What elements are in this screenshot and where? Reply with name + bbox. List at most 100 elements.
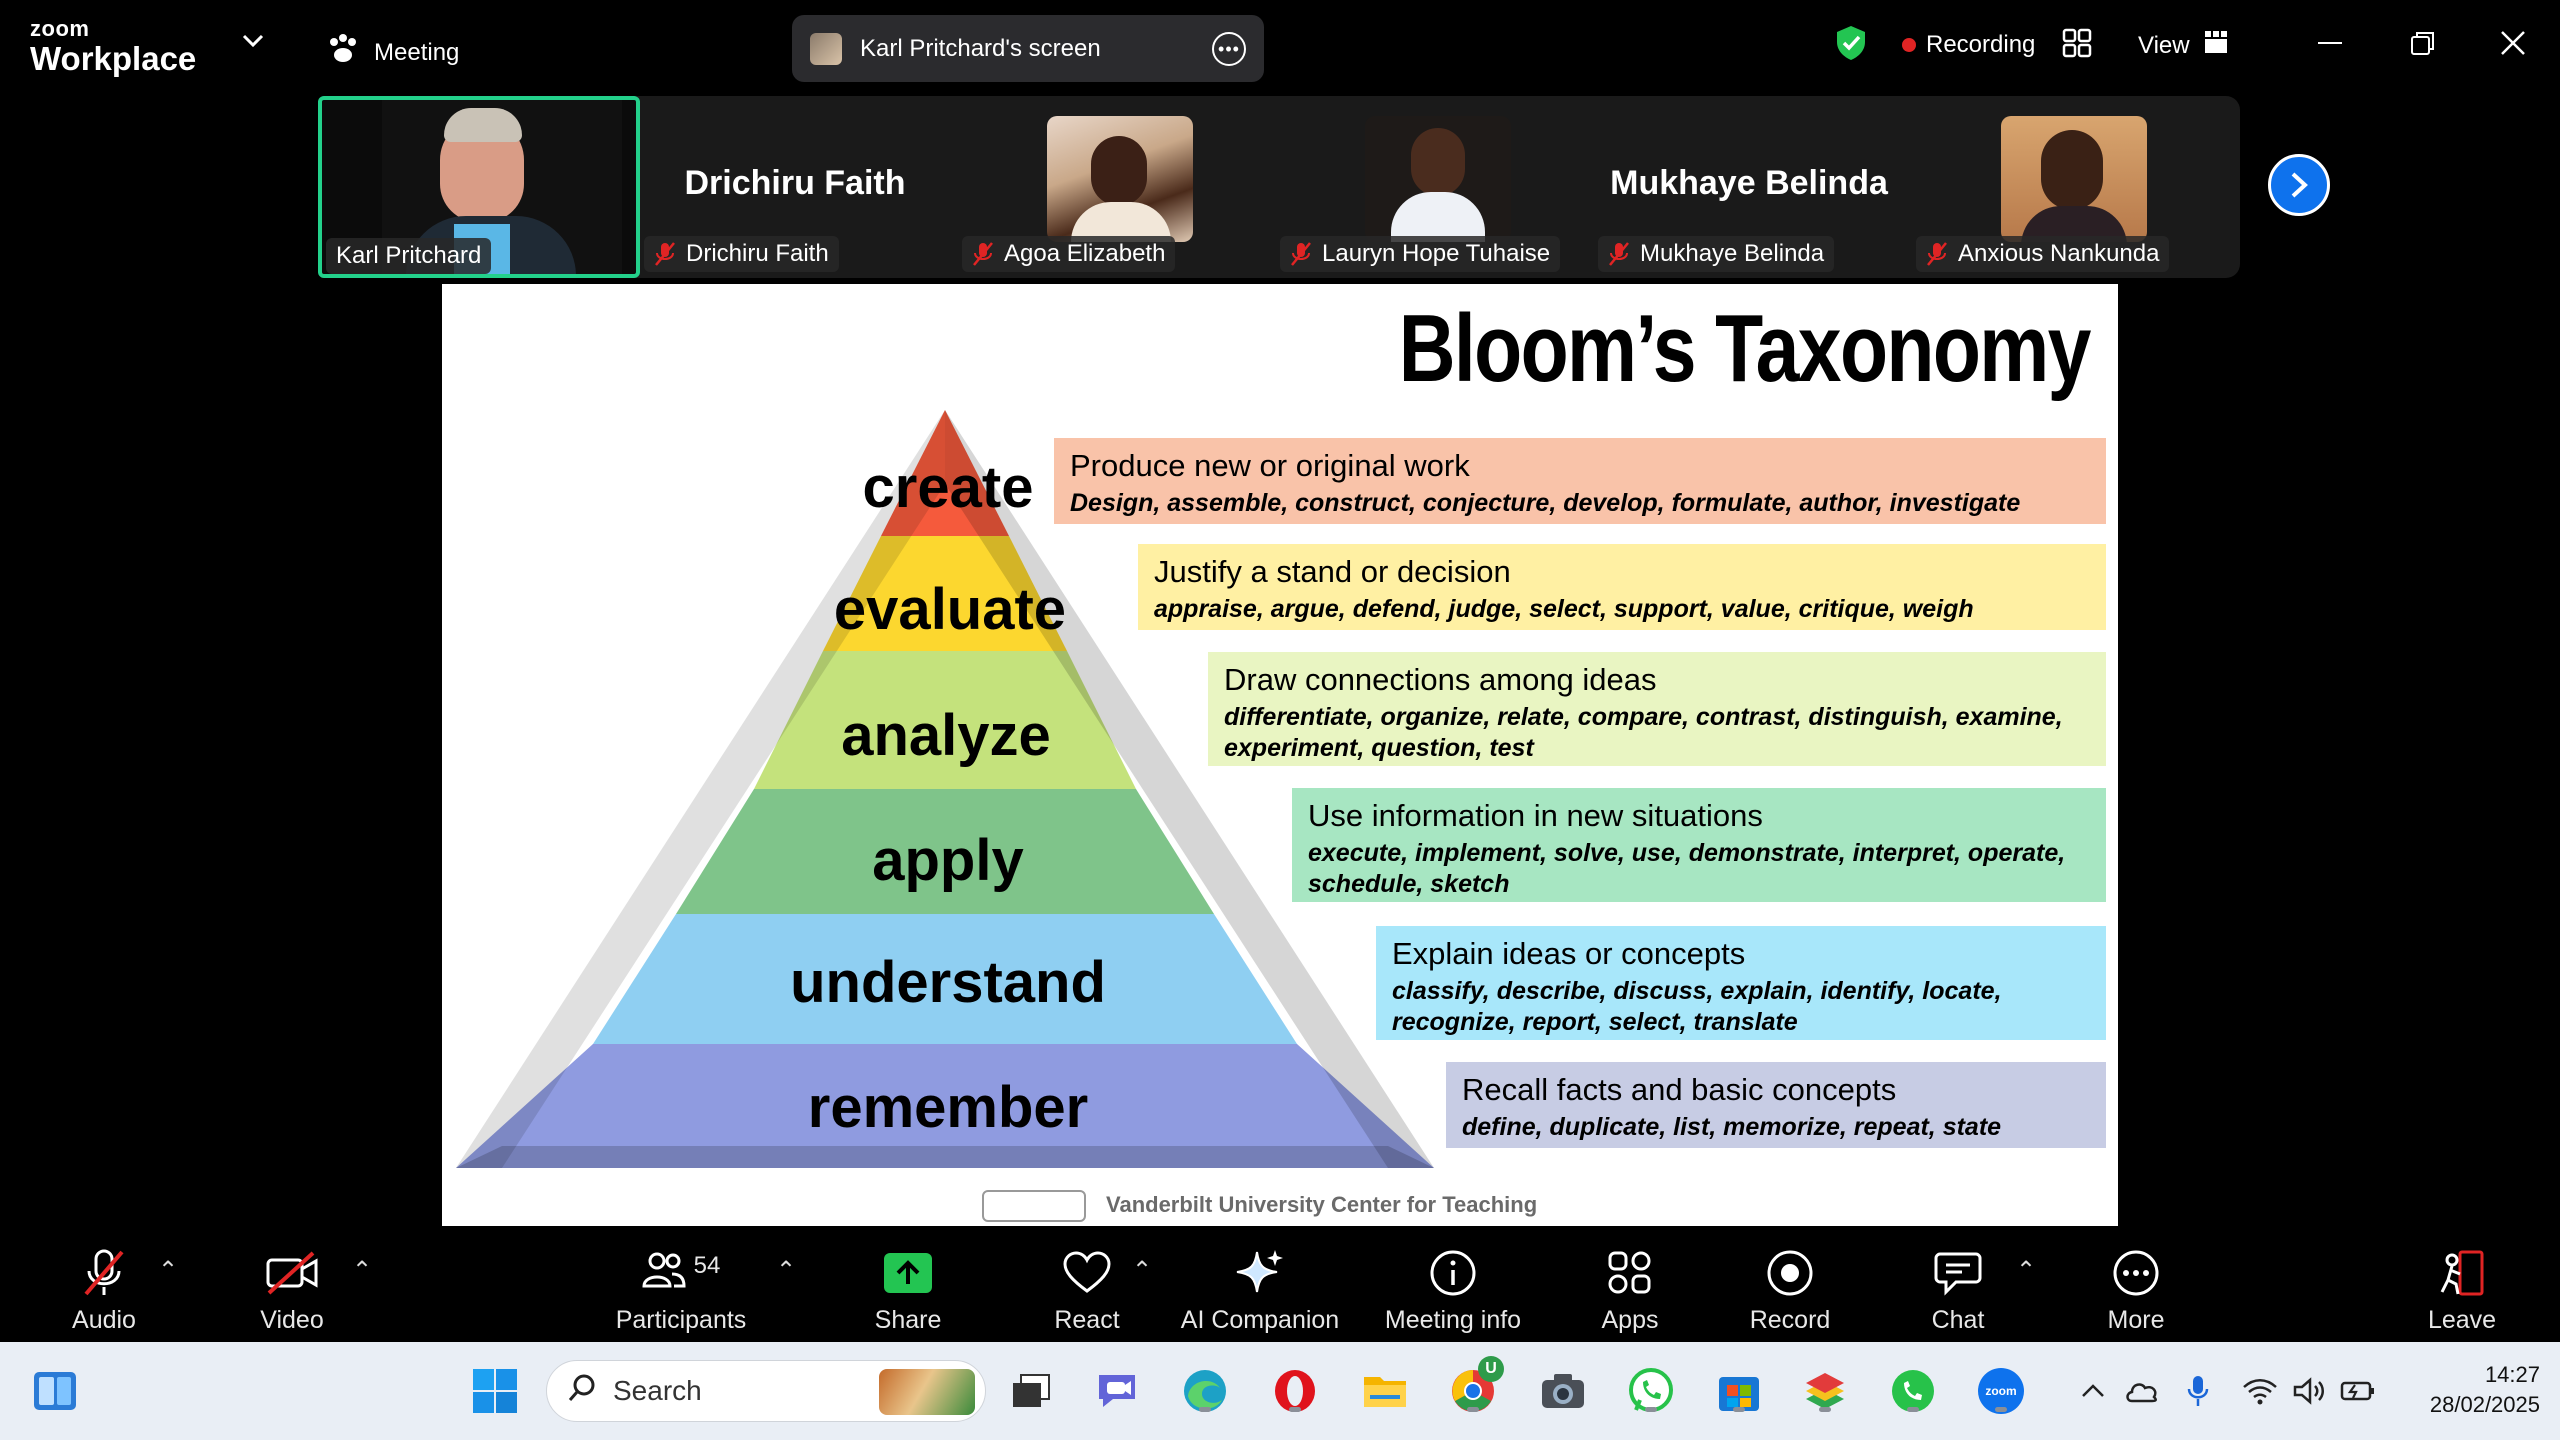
participant-name-tag: Drichiru Faith [644, 236, 839, 272]
search-highlight-image [879, 1369, 975, 1415]
description-box-analyze: Draw connections among ideas differentia… [1208, 652, 2106, 766]
ai-companion-button[interactable]: AI Companion [1180, 1226, 1340, 1342]
edge-browser-icon[interactable] [1180, 1366, 1230, 1416]
minimize-icon[interactable] [2318, 42, 2342, 44]
react-options-caret-icon[interactable]: ⌃ [1132, 1256, 1152, 1285]
meeting-info-button[interactable]: Meeting info [1380, 1226, 1526, 1342]
teams-chat-icon[interactable] [1092, 1366, 1142, 1416]
react-button[interactable]: React [1040, 1226, 1134, 1342]
recording-indicator[interactable]: Recording [1902, 31, 2035, 59]
video-button[interactable]: Video [250, 1226, 334, 1342]
more-options-icon[interactable]: ••• [1212, 31, 1246, 66]
file-explorer-icon[interactable] [1360, 1366, 1410, 1416]
level-word-analyze: analyze [841, 703, 1051, 768]
windows-taskbar: Search U zoom 14:27 28/02/2025 [0, 1342, 2560, 1440]
participant-tile[interactable]: Agoa Elizabeth [954, 96, 1272, 278]
record-icon [1766, 1248, 1814, 1298]
close-icon[interactable] [2500, 30, 2526, 61]
meeting-controls-toolbar: Audio ⌃ Video ⌃ 54 Participants ⌃ Share … [0, 1226, 2560, 1342]
info-icon [1429, 1248, 1477, 1298]
system-clock[interactable]: 14:27 28/02/2025 [2400, 1360, 2540, 1420]
video-options-caret-icon[interactable]: ⌃ [352, 1256, 372, 1285]
more-dots-icon [2112, 1248, 2160, 1298]
participants-button[interactable]: 54 Participants [610, 1226, 752, 1342]
more-button[interactable]: More [2094, 1226, 2178, 1342]
participant-tile[interactable]: Lauryn Hope Tuhaise [1272, 96, 1590, 278]
restore-icon[interactable] [2410, 30, 2436, 61]
volume-icon[interactable] [2290, 1366, 2330, 1416]
battery-charging-icon[interactable] [2338, 1366, 2378, 1416]
camera-app-icon[interactable] [1538, 1366, 1588, 1416]
chrome-browser-icon[interactable]: U [1448, 1356, 1504, 1416]
description-box-apply: Use information in new situations execut… [1292, 788, 2106, 902]
mic-muted-icon [972, 241, 994, 267]
audio-button[interactable]: Audio [62, 1226, 146, 1342]
level-word-evaluate: evaluate [833, 577, 1067, 642]
microsoft-store-icon[interactable] [1714, 1366, 1764, 1416]
share-button[interactable]: Share [860, 1226, 956, 1342]
level-word-understand: understand [790, 950, 1106, 1015]
zoom-workplace-logo: zoom Workplace [30, 16, 197, 77]
apps-button[interactable]: Apps [1588, 1226, 1672, 1342]
gallery-grid-icon[interactable] [2062, 28, 2092, 63]
next-page-button[interactable] [2268, 154, 2330, 216]
wifi-icon[interactable] [2240, 1366, 2280, 1416]
show-hidden-icons-chevron-icon[interactable] [2074, 1366, 2112, 1416]
mic-muted-icon [654, 241, 676, 267]
participant-name-tag: Mukhaye Belinda [1598, 236, 1835, 272]
taskbar-search-box[interactable]: Search [546, 1360, 986, 1422]
chat-options-caret-icon[interactable]: ⌃ [2016, 1256, 2036, 1285]
zoom-app-icon[interactable]: zoom [1976, 1366, 2026, 1416]
chat-icon [1934, 1248, 1982, 1298]
audio-options-caret-icon[interactable]: ⌃ [158, 1256, 178, 1285]
profile-badge: U [1478, 1356, 1504, 1382]
participant-photo [2001, 116, 2147, 242]
level-word-remember: remember [807, 1075, 1089, 1140]
start-menu-icon[interactable] [470, 1366, 520, 1416]
participant-tile[interactable]: Karl Pritchard [318, 96, 640, 278]
participant-name-tag: Agoa Elizabeth [962, 236, 1176, 272]
participants-icon [642, 1250, 686, 1297]
microphone-tray-icon[interactable] [2176, 1366, 2220, 1416]
description-box-remember: Recall facts and basic concepts define, … [1446, 1062, 2106, 1148]
participant-tile[interactable]: Drichiru Faith Drichiru Faith [636, 96, 954, 278]
level-word-apply: apply [872, 828, 1024, 893]
creative-commons-badge [982, 1190, 1086, 1222]
search-icon [567, 1373, 597, 1410]
chat-button[interactable]: Chat [1916, 1226, 2000, 1342]
participant-name-tag: Lauryn Hope Tuhaise [1280, 236, 1561, 272]
record-dot-icon [1902, 38, 1916, 52]
view-button[interactable]: View [2138, 30, 2228, 61]
opera-browser-icon[interactable] [1270, 1366, 1320, 1416]
whatsapp-icon[interactable] [1626, 1366, 1676, 1416]
paw-icon [326, 33, 360, 72]
heart-icon [1062, 1248, 1112, 1298]
meeting-menu-button[interactable]: Meeting [326, 33, 459, 72]
microphone-muted-icon [82, 1248, 126, 1298]
mic-muted-icon [1290, 241, 1312, 267]
shared-screen-indicator[interactable]: Karl Pritchard's screen ••• [792, 15, 1264, 82]
chevron-right-icon [2291, 172, 2308, 198]
bluestacks-icon[interactable] [1800, 1366, 1850, 1416]
task-view-icon[interactable] [1006, 1366, 1056, 1416]
view-layout-icon [2204, 30, 2228, 61]
participant-photo [1365, 116, 1511, 242]
shield-check-icon[interactable] [1834, 24, 1868, 67]
share-screen-icon [883, 1248, 933, 1298]
participant-name-tag: Anxious Nankunda [1916, 236, 2170, 272]
description-box-evaluate: Justify a stand or decision appraise, ar… [1138, 544, 2106, 630]
slide-credit: Vanderbilt University Center for Teachin… [1106, 1192, 1538, 1217]
onedrive-cloud-icon[interactable] [2120, 1366, 2164, 1416]
description-box-understand: Explain ideas or concepts classify, desc… [1376, 926, 2106, 1040]
participants-options-caret-icon[interactable]: ⌃ [776, 1256, 796, 1285]
participant-tile[interactable]: Mukhaye Belinda Mukhaye Belinda [1590, 96, 1908, 278]
participant-name-tag: Karl Pritchard [326, 238, 492, 274]
whatsapp-business-icon[interactable] [1888, 1366, 1938, 1416]
presenter-avatar [810, 32, 842, 65]
widgets-icon[interactable] [30, 1366, 80, 1416]
participant-tile[interactable]: Anxious Nankunda [1908, 96, 2226, 278]
chevron-down-icon[interactable] [242, 34, 264, 53]
record-button[interactable]: Record [1748, 1226, 1832, 1342]
leave-button[interactable]: Leave [2420, 1226, 2504, 1342]
shared-screen-content: Bloom’s Taxonomy create evaluate analyze… [442, 284, 2118, 1226]
